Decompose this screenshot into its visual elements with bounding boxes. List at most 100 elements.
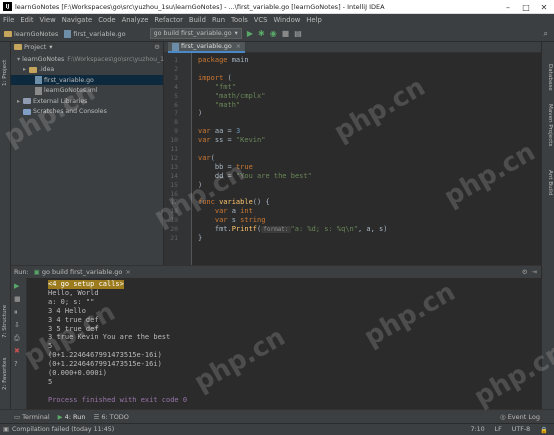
todo-tab[interactable]: 6: TODO <box>101 413 129 421</box>
tree-item[interactable]: ▾ learnGoNotes F:\Workspaces\go\src\yuzhou… <box>11 54 175 64</box>
console-line: <4 go setup calls> <box>48 280 124 289</box>
code-token: ( <box>210 153 215 162</box>
line-separator[interactable]: LF <box>495 426 502 433</box>
settings-gear-icon[interactable]: ⚙ <box>522 268 528 276</box>
ant-build-tool-tab[interactable]: Ant Build <box>547 170 553 195</box>
code-token: package <box>198 56 232 64</box>
structure-tool-tab[interactable]: 7: Structure <box>2 305 8 338</box>
line-number: 15 <box>170 180 178 189</box>
run-tab[interactable]: 4: Run <box>65 413 86 421</box>
coverage-icon[interactable]: ◉ <box>270 29 277 38</box>
menu-edit[interactable]: Edit <box>20 16 33 24</box>
project-structure-icon[interactable]: ▤ <box>294 29 302 38</box>
go-file-icon <box>64 29 72 38</box>
debug-icon[interactable]: ✱ <box>258 29 265 38</box>
close-tab-icon[interactable]: × <box>125 268 130 276</box>
code-line: var aa = 3 <box>198 127 240 136</box>
code-token: var <box>214 207 232 216</box>
close-tab-icon[interactable]: × <box>236 43 241 50</box>
menu-vcs[interactable]: VCS <box>254 16 268 24</box>
favorites-tool-tab[interactable]: 2: Favorites <box>2 358 8 391</box>
code-line: package main <box>198 56 249 65</box>
line-number: 2 <box>174 64 178 73</box>
maximize-button[interactable]: □ <box>518 0 534 14</box>
minimize-button[interactable]: – <box>500 0 516 14</box>
code-token: ) <box>198 109 203 118</box>
close-button[interactable]: ✕ <box>536 0 552 14</box>
search-icon[interactable]: ⌕ <box>544 29 548 39</box>
code-line: var s string <box>198 216 266 225</box>
breadcrumb-project[interactable]: learnGoNotes <box>4 30 58 38</box>
rerun-icon[interactable]: ▶ <box>14 282 19 290</box>
run-panel-label: Run: <box>14 268 29 276</box>
scroll-to-end-icon[interactable]: ⇩ <box>14 321 20 329</box>
caret-position[interactable]: 7:10 <box>471 426 485 433</box>
status-message[interactable]: Compilation failed (today 11:45) <box>12 426 114 433</box>
database-tool-tab[interactable]: Database <box>547 64 553 91</box>
toolbar: learnGoNotes first_variable.go go build … <box>0 26 554 42</box>
console-line: a: 0; s: "" <box>48 297 95 306</box>
line-number: 10 <box>170 136 178 145</box>
library-icon <box>23 98 31 104</box>
menu-build[interactable]: Build <box>189 16 206 24</box>
menu-refactor[interactable]: Refactor <box>154 16 183 24</box>
print-icon[interactable]: ⎙ <box>14 334 20 343</box>
todo-icon: ☰ <box>93 412 100 421</box>
parameter-hint: format: <box>261 226 291 234</box>
chevron-down-icon[interactable]: ▾ <box>49 43 52 51</box>
expand-arrow-icon[interactable]: ▾ <box>17 56 20 63</box>
settings-gear-icon[interactable]: ⚙ <box>154 43 160 51</box>
help-icon[interactable]: ? <box>14 360 18 368</box>
maven-tool-tab[interactable]: Maven Projects <box>547 104 553 146</box>
project-tool-tab[interactable]: 1: Project <box>2 60 8 86</box>
code-line: import ( <box>198 74 232 83</box>
code-token: , a, s) <box>357 225 388 234</box>
run-configuration-select[interactable]: go build first_variable.go ▾ <box>149 28 242 39</box>
tab-first-variable-go[interactable]: first_variable.go × <box>168 42 245 53</box>
menu-file[interactable]: File <box>3 16 14 24</box>
menu-analyze[interactable]: Analyze <box>122 16 149 24</box>
status-icon[interactable]: ▣ <box>3 426 9 433</box>
event-log-tab[interactable]: Event Log <box>508 413 540 421</box>
console-line: Process finished with exit code 0 <box>48 395 188 404</box>
line-number: 4 <box>174 82 178 91</box>
tree-item-label: learnGoNotes <box>22 55 65 63</box>
code-token: var <box>198 153 211 162</box>
menu-navigate[interactable]: Navigate <box>62 16 93 24</box>
editor-tab-bar: first_variable.go × <box>164 42 541 53</box>
hide-panel-icon[interactable]: ⇥ <box>532 268 537 276</box>
line-number: 13 <box>170 162 178 171</box>
project-panel-title[interactable]: Project <box>24 43 46 51</box>
code-line: var ss = "Kevin" <box>198 136 265 145</box>
menu-window[interactable]: Window <box>273 16 300 24</box>
run-icon[interactable]: ▶ <box>247 29 253 38</box>
code-token: 3 <box>235 127 241 136</box>
module-file-icon <box>35 86 42 95</box>
file-encoding[interactable]: UTF-8 <box>512 426 530 433</box>
stop-icon[interactable]: ■ <box>282 29 290 38</box>
go-file-icon <box>35 76 42 84</box>
run-tab[interactable]: go build first_variable.go <box>42 268 123 276</box>
breadcrumb-file[interactable]: first_variable.go <box>64 29 126 38</box>
code-token: var <box>214 216 232 225</box>
menu-view[interactable]: View <box>40 16 56 24</box>
console-line: Hello, World <box>48 288 99 297</box>
menu-tools[interactable]: Tools <box>231 16 248 24</box>
code-token: "fmt" <box>214 82 236 91</box>
lock-icon[interactable]: 🔒 <box>540 426 548 434</box>
terminal-tab[interactable]: Terminal <box>22 413 49 421</box>
code-token: aa = <box>214 127 236 136</box>
tree-item[interactable]: ▸ .idea <box>11 65 163 75</box>
code-line: fmt.Printf(format: "a: %d; s: %q\n", a, s… <box>198 225 387 234</box>
stop-icon[interactable]: ■ <box>14 295 21 303</box>
menu-run[interactable]: Run <box>212 16 225 24</box>
menu-help[interactable]: Help <box>306 16 322 24</box>
pause-icon[interactable]: ⏸ <box>14 308 18 317</box>
code-token: import <box>198 73 228 82</box>
tree-item-path: F:\Workspaces\go\src\yuzhou_1su\l <box>67 55 175 63</box>
left-tool-strip: 1: Project 2: Favorites 7: Structure <box>0 42 11 409</box>
menu-code[interactable]: Code <box>98 16 115 24</box>
